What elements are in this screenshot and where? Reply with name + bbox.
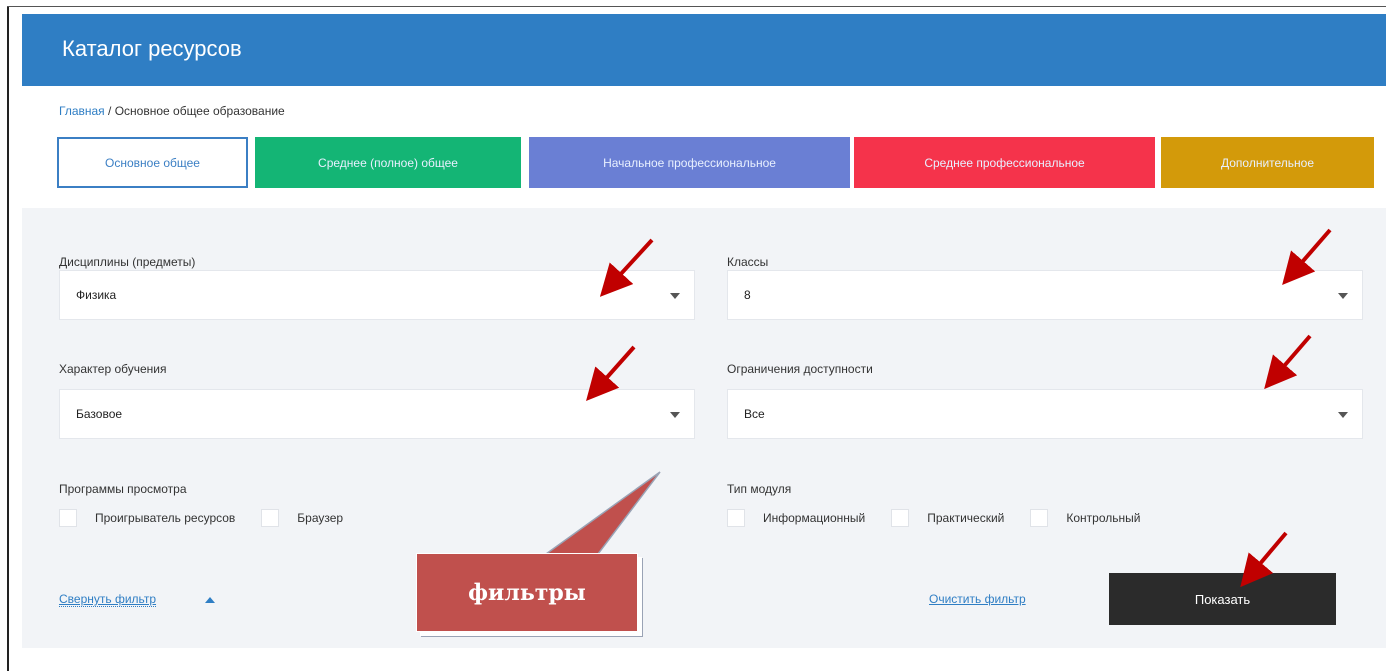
checkbox-label: Браузер (297, 511, 344, 525)
checkbox-label: Информационный (763, 511, 866, 525)
checkbox-browser[interactable] (261, 509, 280, 527)
grades-label: Классы (727, 255, 769, 269)
clear-filter-link[interactable]: Очистить фильтр (929, 592, 1026, 606)
header-bar: Каталог ресурсов (22, 14, 1386, 86)
access-label: Ограничения доступности (727, 362, 873, 376)
checkbox-practical[interactable] (891, 509, 910, 527)
learning-value: Базовое (76, 407, 123, 421)
tab-additional[interactable]: Дополнительное (1161, 137, 1374, 188)
breadcrumb-home-link[interactable]: Главная (59, 104, 105, 118)
chevron-down-icon (670, 412, 680, 418)
disciplines-select[interactable]: Физика (59, 270, 695, 320)
tab-initial-professional[interactable]: Начальное профессиональное (529, 137, 850, 188)
learning-label: Характер обучения (59, 362, 167, 376)
chevron-down-icon (1338, 293, 1348, 299)
filters-callout: фильтры (416, 553, 638, 632)
learning-select[interactable]: Базовое (59, 389, 695, 439)
module-type-options: Информационный Практический Контрольный (727, 509, 1166, 527)
checkbox-resource-player[interactable] (59, 509, 77, 527)
access-value: Все (744, 407, 765, 421)
breadcrumb-current: Основное общее образование (114, 104, 285, 118)
checkbox-label: Проигрыватель ресурсов (95, 511, 236, 525)
checkbox-control[interactable] (1030, 509, 1049, 527)
grades-select[interactable]: 8 (727, 270, 1363, 320)
viewers-options: Проигрыватель ресурсов Браузер (59, 509, 369, 527)
tab-basic-general[interactable]: Основное общее (57, 137, 248, 188)
tab-secondary-professional[interactable]: Среднее профессиональное (854, 137, 1155, 188)
viewers-label: Программы просмотра (59, 482, 187, 496)
grades-value: 8 (744, 288, 751, 302)
frame-border-top (7, 6, 1386, 7)
breadcrumb-separator: / (104, 104, 115, 118)
tab-secondary-general[interactable]: Среднее (полное) общее (255, 137, 521, 188)
frame-border-left (7, 6, 9, 671)
module-type-label: Тип модуля (727, 482, 792, 496)
breadcrumb: Главная / Основное общее образование (59, 104, 285, 118)
disciplines-label: Дисциплины (предметы) (59, 255, 196, 269)
show-button[interactable]: Показать (1109, 573, 1336, 625)
access-select[interactable]: Все (727, 389, 1363, 439)
chevron-down-icon (670, 293, 680, 299)
collapse-filter-link[interactable]: Свернуть фильтр (59, 592, 157, 607)
chevron-down-icon (1338, 412, 1348, 418)
page-title: Каталог ресурсов (62, 36, 242, 61)
chevron-up-icon[interactable] (205, 597, 215, 603)
disciplines-value: Физика (76, 288, 117, 302)
checkbox-label: Практический (927, 511, 1005, 525)
checkbox-label: Контрольный (1066, 511, 1141, 525)
checkbox-informational[interactable] (727, 509, 745, 527)
